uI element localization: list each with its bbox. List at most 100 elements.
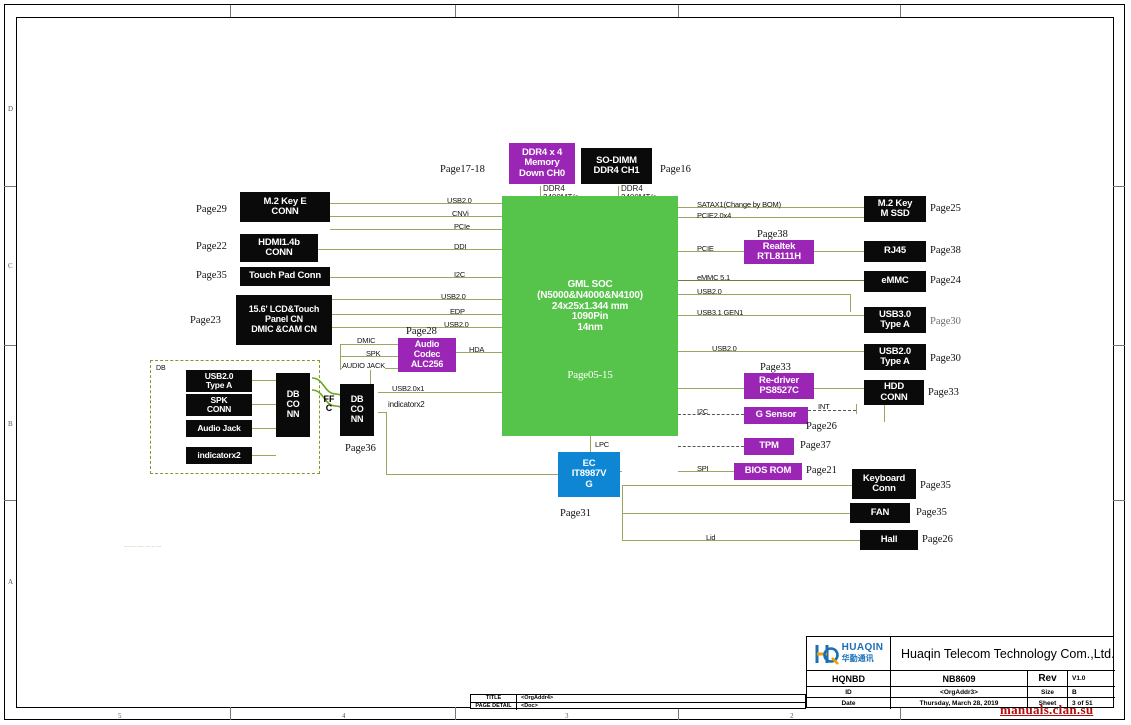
signal-ddi: DDI [454, 242, 467, 251]
block-hall[interactable]: Hall [860, 530, 918, 550]
signal-edp: EDP [450, 307, 465, 316]
wire-ec-keyboard [622, 485, 852, 486]
block-audio-codec-alc256[interactable]: Audio Codec ALC256 [398, 338, 456, 372]
page-label-memory-ch1: Page16 [660, 164, 691, 175]
zone-divider [4, 345, 16, 346]
wire-int-gsensor [808, 410, 856, 411]
block-bios-rom[interactable]: BIOS ROM [734, 463, 802, 480]
page-label-rtl8111h: Page38 [757, 229, 788, 240]
block-hdmi-conn[interactable]: HDMI1.4b CONN [240, 234, 318, 262]
zone-divider [4, 186, 16, 187]
rev-label: Rev [1038, 673, 1057, 684]
block-fan[interactable]: FAN [850, 503, 910, 523]
block-usb30-type-a[interactable]: USB3.0 Type A [864, 307, 926, 333]
block-db-spk-conn[interactable]: SPK CONN [186, 394, 252, 416]
signal-pcie-m2e: PCIe [454, 222, 470, 231]
block-db-usb20-type-a[interactable]: USB2.0 Type A [186, 370, 252, 392]
wire-ec-fan [622, 513, 850, 514]
signal-cnvi: CNVi [452, 209, 469, 218]
soc-process: 14nm [577, 322, 603, 334]
wire-usb20-r2 [678, 351, 864, 352]
wire-redriver-in [678, 388, 744, 389]
signal-lid: Lid [706, 533, 716, 542]
signal-dmic: DMIC [357, 336, 376, 345]
signal-lpc: LPC [595, 440, 609, 449]
zone-row-C: C [8, 262, 13, 270]
signal-audio-jack: AUDIO JACK [342, 361, 386, 370]
signal-indicatorx2: indicatorx2 [388, 400, 425, 409]
wire-usb20-m2e [330, 203, 502, 204]
wire-indicator-a [378, 412, 386, 413]
block-keyboard-conn[interactable]: Keyboard Conn [852, 469, 916, 499]
signal-usb20-lcd: USB2.0 [441, 292, 466, 301]
id-label: ID [845, 688, 852, 696]
title-value: <OrgAddr4> [521, 695, 554, 702]
signal-int: INT [818, 402, 830, 411]
title-strip: TITLE <OrgAddr4> PAGE DETAIL <Doc> [470, 694, 807, 710]
logo-sub-text: 华勤通讯 [841, 654, 874, 663]
zone-col-5: 5 [118, 712, 122, 720]
block-rj45[interactable]: RJ45 [864, 241, 926, 262]
soc-page-label: Page05-15 [567, 368, 613, 381]
block-lcd-touch-panel-cn[interactable]: 15.6' LCD&Touch Panel CN DMIC &CAM CN [236, 295, 332, 345]
block-m2-key-e-conn[interactable]: M.2 Key E CONN [240, 192, 330, 222]
page-label-usb30: Page30 [930, 316, 961, 327]
wire-ddi [318, 249, 502, 250]
company-name: Huaqin Telecom Technology Com.,Ltd. [901, 646, 1115, 661]
page-label-lcd: Page23 [190, 315, 221, 326]
wire-usb20-r1-v [850, 294, 851, 312]
signal-usb31-gen1: USB3.1 GEN1 [697, 308, 744, 317]
wire-rtl-rj45 [814, 251, 864, 252]
page-label-keyboard: Page35 [920, 480, 951, 491]
signal-hda: HDA [469, 345, 485, 354]
block-tpm[interactable]: TPM [744, 438, 794, 455]
wire-edp [330, 314, 502, 315]
block-g-sensor[interactable]: G Sensor [744, 407, 808, 424]
project-value: NB8609 [942, 673, 976, 684]
zone-divider [455, 707, 456, 720]
block-db-indicatorx2[interactable]: indicatorx2 [186, 447, 252, 464]
signal-usb20-r1: USB2.0 [697, 287, 722, 296]
logo-main-text: HUAQIN [841, 642, 884, 653]
page-label-fan: Page35 [916, 507, 947, 518]
zone-divider [1113, 345, 1125, 346]
rev-value: V1.0 [1072, 675, 1086, 682]
soc-part: (N5000&N4000&N4100) [537, 289, 643, 301]
block-ec-it8987vg[interactable]: EC IT8987V G [558, 452, 620, 497]
wire-indicator-ec [386, 474, 558, 475]
block-realtek-rtl8111h[interactable]: Realtek RTL8111H [744, 240, 814, 264]
wire-i2c-gsensor [678, 414, 744, 415]
block-redriver-ps8527c[interactable]: Re-driver PS8527C [744, 373, 814, 399]
wire-i2c-tpm [678, 446, 744, 447]
huaqin-logo: HUAQIN 华勤通讯 [807, 637, 891, 671]
signal-spk: SPK [366, 349, 381, 358]
page-label-m2-key-e: Page29 [196, 204, 227, 215]
wire-audio-bus-v [340, 344, 341, 370]
signal-i2c-touchpad: I2C [454, 270, 466, 279]
page-label-audio-codec: Page28 [406, 326, 437, 337]
block-usb20-type-a[interactable]: USB2.0 Type A [864, 344, 926, 370]
block-ddr4-memory-down-ch0[interactable]: DDR4 x 4 Memory Down CH0 [509, 143, 575, 184]
signal-usb20x1: USB2.0x1 [392, 384, 425, 393]
signal-i2c-right: I2C [697, 407, 709, 416]
block-db-conn-right[interactable]: DB CO NN [340, 384, 374, 436]
schematic-sheet: D C B A 5 4 3 2 Page17-18 DDR4 x 4 Memor… [0, 0, 1131, 725]
block-db-conn-left[interactable]: DB CO NN [276, 373, 310, 437]
wire-i2c-touchpad [330, 277, 502, 278]
page-label-memory-ch0: Page17-18 [440, 164, 485, 175]
zone-col-4: 4 [342, 712, 346, 720]
wire-usb20-lcd [330, 299, 502, 300]
block-emmc[interactable]: eMMC [864, 271, 926, 292]
block-gml-soc[interactable]: GML SOC (N5000&N4000&N4100) 24x25x1.344 … [502, 196, 678, 436]
date-value: Thursday, March 28, 2019 [919, 700, 999, 707]
title-block: HUAQIN 华勤通讯 Huaqin Telecom Technology Co… [806, 636, 1115, 709]
signal-satax1: SATAX1(Change by BOM) [697, 200, 781, 209]
block-hdd-conn[interactable]: HDD CONN [864, 380, 924, 405]
signal-pcie-rtl: PCIE [697, 244, 714, 253]
block-touchpad-conn[interactable]: Touch Pad Conn [240, 267, 330, 286]
block-db-audio-jack[interactable]: Audio Jack [186, 420, 252, 437]
zone-divider [230, 707, 231, 720]
block-m2-key-m-ssd[interactable]: M.2 Key M SSD [864, 196, 926, 222]
block-sodimm-ddr4-ch1[interactable]: SO-DIMM DDR4 CH1 [581, 148, 652, 184]
wire-ec-bus-v [622, 485, 623, 541]
